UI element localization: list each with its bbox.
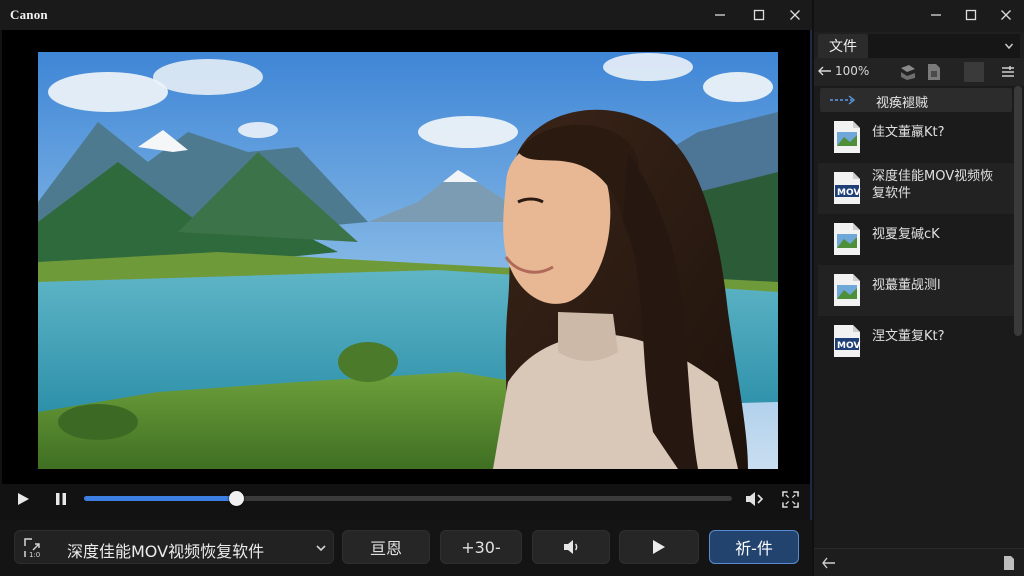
mov-file-icon: MOV [834,325,860,357]
seek-controls [0,484,812,514]
image-file-icon [834,223,860,255]
file-name: 视蕞董觇测l [872,278,941,293]
minimize-icon [715,14,725,16]
arrow-left-icon [818,66,831,76]
player-titlebar[interactable]: Canon [0,0,812,30]
menu-icon[interactable] [1000,62,1016,82]
file-panel-window: 文件 100% 视痪褪贼 佳文董羸Kt? MOV 深度佳能MOV视频恢复软件 视… [814,0,1024,576]
video-frame-image [38,52,778,469]
image-file-icon [834,121,860,153]
seek-bar[interactable] [84,491,732,506]
nav-row[interactable]: 视痪褪贼 [820,88,1012,112]
maximize-icon [965,9,977,21]
video-player-window: Canon 1:0 深度佳能MOV视频恢复软件 亘恩 +30- 祈-件 [0,0,812,576]
panel-toolbar: 100% [814,58,1024,86]
volume-icon[interactable] [742,489,766,509]
list-item[interactable]: 视蕞董觇测l [818,265,1016,316]
file-list: 佳文董羸Kt? MOV 深度佳能MOV视频恢复软件 视夏复碱cK 视蕞董觇测l [814,112,1016,367]
scrollbar-thumb[interactable] [1014,86,1022,336]
file-name: 视夏复碱cK [872,227,940,242]
maximize-icon [753,9,765,21]
svg-text:1:0: 1:0 [29,551,40,559]
zoom-control[interactable]: 100% [818,64,869,78]
panel-titlebar[interactable] [814,0,1024,30]
chevron-down-icon [316,545,326,552]
arrow-left-icon[interactable] [822,557,836,569]
tab-dropdown[interactable] [868,34,1020,58]
maximize-button[interactable] [745,4,773,26]
seek-handle[interactable] [229,491,245,506]
file-name: 佳文董羸Kt? [872,125,945,140]
document-icon[interactable] [924,62,944,82]
document-small-icon[interactable] [1002,555,1016,571]
crop-frame-icon: 1:0 [24,538,40,559]
file-select-value: 深度佳能MOV视频恢复软件 [67,542,265,561]
speaker-icon [564,540,578,554]
close-icon [1001,10,1011,20]
play-icon[interactable] [12,489,34,509]
list-item[interactable]: 视夏复碱cK [818,214,1016,265]
tab-files[interactable]: 文件 [818,34,868,58]
seek-progress [84,496,237,501]
list-item[interactable]: 佳文董羸Kt? [818,112,1016,163]
dashed-arrow-right-icon [830,95,856,105]
action-button-1[interactable]: 亘恩 [342,530,430,564]
play-button[interactable] [619,530,699,564]
close-button[interactable] [781,4,809,26]
panel-footer [814,548,1024,576]
pause-icon[interactable] [50,489,72,509]
play-icon [653,540,665,554]
file-name: 涅文董复Kt? [872,329,945,344]
app-logo: Canon [10,7,48,22]
zoom-level: 100% [835,64,870,78]
mov-badge-text: MOV [837,341,860,351]
video-frame [2,30,810,484]
close-icon [790,10,800,20]
panel-minimize-button[interactable] [922,4,950,26]
list-item[interactable]: MOV 涅文董复Kt? [818,316,1016,367]
panel-maximize-button[interactable] [957,4,985,26]
file-select-dropdown[interactable]: 1:0 深度佳能MOV视频恢复软件 [14,530,334,564]
minimize-icon [931,14,941,16]
fullscreen-icon[interactable] [778,489,802,509]
minimize-button[interactable] [706,4,734,26]
panel-tabs: 文件 [814,32,1024,58]
layers-icon[interactable] [898,62,918,82]
nav-label: 视痪褪贼 [876,96,929,111]
view-square-icon[interactable] [964,62,984,82]
bottom-toolbar: 1:0 深度佳能MOV视频恢复软件 亘恩 +30- 祈-件 [0,520,812,576]
mov-file-icon: MOV [834,172,860,204]
panel-scrollbar[interactable] [1014,86,1022,336]
mov-badge-text: MOV [837,188,860,198]
skip-30-button[interactable]: +30- [440,530,522,564]
chevron-down-icon [1004,43,1014,50]
video-canvas[interactable] [38,52,778,469]
primary-action-button[interactable]: 祈-件 [709,530,799,564]
image-file-icon [834,274,860,306]
file-name: 深度佳能MOV视频恢复软件 [872,169,994,201]
mute-button[interactable] [532,530,610,564]
list-item[interactable]: MOV 深度佳能MOV视频恢复软件 [818,163,1016,214]
panel-close-button[interactable] [992,4,1020,26]
